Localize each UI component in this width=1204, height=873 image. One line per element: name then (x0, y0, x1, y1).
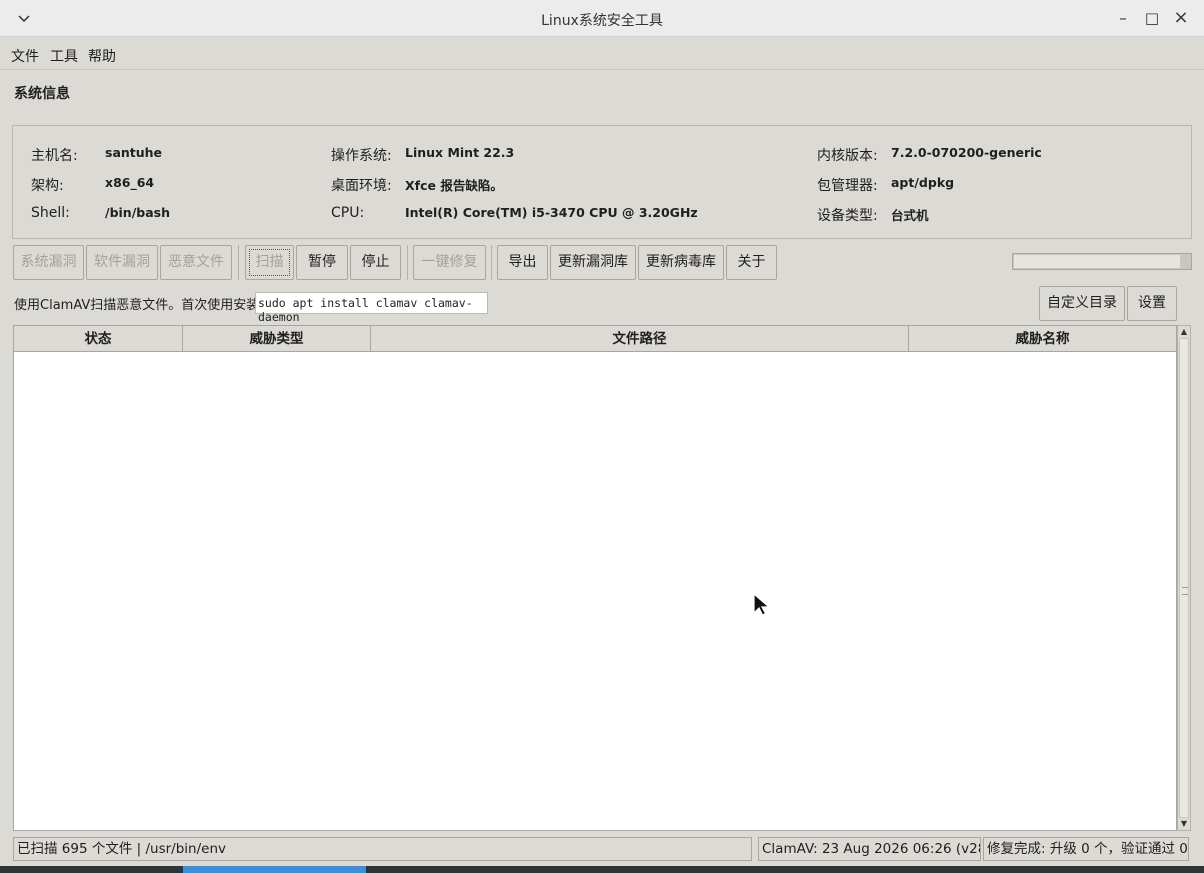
device-type-value: 台式机 (891, 208, 929, 223)
scroll-down-icon[interactable]: ▼ (1178, 818, 1190, 830)
column-header-threat-name[interactable]: 威胁名称 (909, 326, 1177, 352)
system-vuln-button[interactable]: 系统漏洞 (13, 245, 84, 280)
title-bar: Linux系统安全工具 – □ × (0, 0, 1204, 37)
pause-button[interactable]: 暂停 (296, 245, 348, 280)
cpu-label: CPU: (331, 205, 365, 221)
shell-value: /bin/bash (105, 205, 170, 220)
settings-button[interactable]: 设置 (1127, 286, 1177, 321)
column-header-status[interactable]: 状态 (14, 326, 183, 352)
toolbar-separator (238, 245, 239, 280)
taskbar-active-item[interactable] (183, 866, 366, 873)
toolbar-separator (491, 245, 492, 280)
minimize-button[interactable]: – (1113, 8, 1133, 28)
menu-bar: 文件 工具 帮助 (0, 37, 1204, 70)
package-manager-label: 包管理器: (817, 178, 878, 194)
package-manager-value: apt/dpkg (891, 175, 955, 190)
section-title-system-info: 系统信息 (14, 86, 70, 102)
mouse-cursor-icon (753, 592, 771, 621)
menu-file[interactable]: 文件 (11, 46, 39, 66)
taskbar (0, 866, 1204, 873)
device-type-label: 设备类型: (817, 208, 878, 224)
repair-status: 修复完成: 升级 0 个，验证通过 0 个 (983, 837, 1189, 861)
shell-label: Shell: (31, 205, 70, 221)
desktop-value: Xfce 报告缺陷。 (405, 178, 503, 193)
update-vuln-db-button[interactable]: 更新漏洞库 (550, 245, 636, 280)
cpu-value: Intel(R) Core(TM) i5-3470 CPU @ 3.20GHz (405, 205, 698, 220)
results-table[interactable]: 状态 威胁类型 文件路径 威胁名称 (13, 325, 1177, 831)
hostname-value: santuhe (105, 145, 163, 160)
update-virus-db-button[interactable]: 更新病毒库 (638, 245, 724, 280)
grip-icon (1182, 587, 1188, 595)
arch-label: 架构: (31, 178, 64, 194)
menu-tools[interactable]: 工具 (50, 46, 78, 66)
malware-files-button[interactable]: 恶意文件 (160, 245, 232, 280)
scan-button[interactable]: 扫描 (245, 245, 294, 280)
one-click-fix-button[interactable]: 一键修复 (413, 245, 486, 280)
column-header-threat-type[interactable]: 威胁类型 (183, 326, 371, 352)
progress-fill (1014, 255, 1180, 268)
kernel-value: 7.2.0-070200-generic (891, 145, 1042, 160)
scrollbar-thumb[interactable] (1179, 338, 1189, 818)
toolbar-separator (407, 245, 408, 280)
os-label: 操作系统: (331, 148, 392, 164)
scan-status: 已扫描 695 个文件 | /usr/bin/env (13, 837, 752, 861)
hostname-label: 主机名: (31, 148, 78, 164)
system-info-panel: 主机名: santuhe 架构: x86_64 Shell: /bin/bash… (12, 125, 1192, 239)
install-command-field[interactable]: sudo apt install clamav clamav-daemon (255, 292, 488, 324)
clamav-hint: 使用ClamAV扫描恶意文件。首次使用安装: (14, 298, 264, 313)
clamav-version-status: ClamAV: 23 Aug 2026 06:26 (v28101) (758, 837, 981, 861)
maximize-button[interactable]: □ (1142, 8, 1162, 28)
export-button[interactable]: 导出 (497, 245, 548, 280)
custom-dir-button[interactable]: 自定义目录 (1039, 286, 1125, 321)
desktop-label: 桌面环境: (331, 178, 392, 194)
stop-button[interactable]: 停止 (350, 245, 401, 280)
scan-progress-bar (1012, 253, 1192, 270)
window-title: Linux系统安全工具 (541, 13, 663, 29)
os-value: Linux Mint 22.3 (405, 145, 515, 160)
results-scrollbar[interactable]: ▲ ▼ (1177, 325, 1191, 831)
close-button[interactable]: × (1171, 8, 1191, 28)
scroll-up-icon[interactable]: ▲ (1178, 326, 1190, 338)
about-button[interactable]: 关于 (726, 245, 777, 280)
column-header-file-path[interactable]: 文件路径 (371, 326, 909, 352)
software-vuln-button[interactable]: 软件漏洞 (86, 245, 158, 280)
menu-help[interactable]: 帮助 (88, 46, 116, 66)
kernel-label: 内核版本: (817, 148, 878, 164)
arch-value: x86_64 (105, 175, 155, 190)
